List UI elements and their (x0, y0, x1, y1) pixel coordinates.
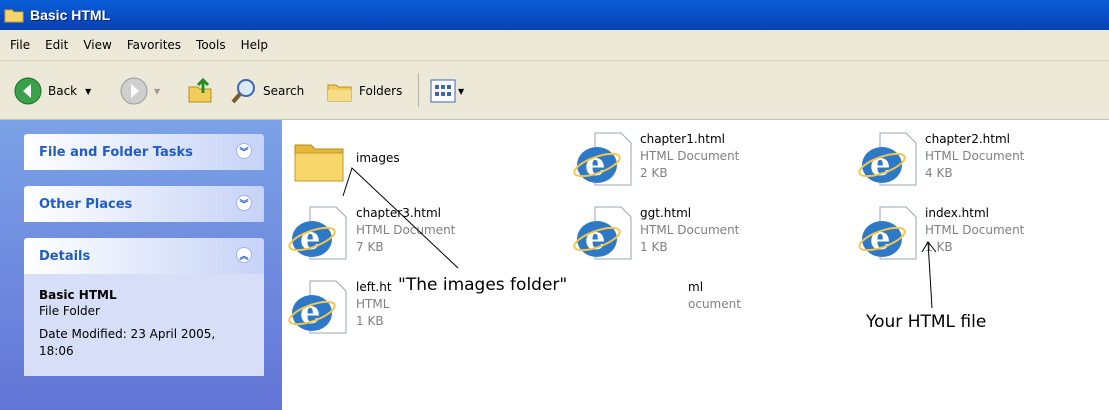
details-type: File Folder (39, 304, 100, 318)
annotation-html-file: Your HTML file (866, 312, 987, 332)
menu-bar: File Edit View Favorites Tools Help (0, 30, 1109, 61)
file-name: chapter1.html (640, 132, 725, 146)
file-size: 1 KB (925, 240, 953, 254)
title-bar: Basic HTML (0, 0, 1109, 30)
svg-text:e: e (870, 145, 890, 183)
back-label: Back (48, 84, 78, 98)
collapse-chevron-icon[interactable]: ︽ (236, 247, 252, 263)
search-label: Search (263, 84, 305, 98)
file-size: 7 KB (356, 240, 384, 254)
file-name: chapter3.html (356, 206, 441, 220)
expand-chevron-icon[interactable]: ︾ (236, 143, 252, 159)
up-button[interactable] (186, 77, 214, 105)
folders-button[interactable]: Folders (326, 77, 402, 105)
back-dropdown-icon[interactable]: ▼ (85, 87, 91, 96)
file-type: HTML Document (640, 223, 740, 237)
file-name-images[interactable]: images (356, 150, 400, 167)
file-name: ml (688, 280, 704, 294)
file-size: 1 KB (640, 240, 668, 254)
html-file-icon[interactable]: e (288, 205, 348, 261)
menu-favorites[interactable]: Favorites (127, 38, 181, 52)
file-size: 2 KB (640, 166, 668, 180)
file-name: left.ht (356, 280, 392, 294)
file-name: index.html (925, 206, 989, 220)
html-file-icon[interactable]: e (858, 131, 918, 187)
svg-text:e: e (870, 219, 890, 257)
file-type: ocument (688, 297, 741, 311)
menu-view[interactable]: View (83, 38, 111, 52)
toolbar: Back ▼ ▼ Search Folders ▼ (0, 61, 1109, 120)
folders-label: Folders (359, 84, 403, 98)
file-size: 1 KB (356, 314, 384, 328)
svg-text:e: e (585, 219, 605, 257)
window-title: Basic HTML (30, 7, 111, 23)
forward-dropdown-icon[interactable]: ▼ (154, 87, 160, 96)
folder-icon[interactable] (293, 137, 345, 183)
panel-file-folder-tasks[interactable]: File and Folder Tasks ︾ (24, 134, 264, 170)
file-name: chapter2.html (925, 132, 1010, 146)
svg-text:e: e (585, 145, 605, 183)
file-type: HTML Document (925, 223, 1025, 237)
annotation-images-folder: "The images folder" (398, 275, 568, 295)
file-type: HTML Document (925, 149, 1025, 163)
folder-icon (4, 9, 24, 23)
html-file-icon[interactable]: e (573, 131, 633, 187)
menu-tools[interactable]: Tools (196, 38, 226, 52)
file-type: HTML Document (640, 149, 740, 163)
views-icon (430, 79, 456, 103)
file-size: 4 KB (925, 166, 953, 180)
panel-places-title: Other Places (39, 196, 133, 212)
svg-text:e: e (300, 219, 320, 257)
svg-text:e: e (300, 293, 320, 331)
details-body: Basic HTML File Folder Date Modified: 23… (24, 274, 264, 376)
toolbar-separator (418, 73, 419, 107)
panel-details-title: Details (39, 248, 91, 264)
panel-tasks-title: File and Folder Tasks (39, 144, 193, 160)
back-arrow-icon (14, 77, 42, 105)
forward-arrow-icon (120, 77, 148, 105)
folders-icon (327, 84, 352, 102)
expand-chevron-icon[interactable]: ︾ (236, 195, 252, 211)
views-dropdown-icon[interactable]: ▼ (458, 87, 464, 96)
html-file-icon[interactable]: e (573, 205, 633, 261)
menu-help[interactable]: Help (241, 38, 268, 52)
file-type: HTML (356, 297, 390, 311)
menu-file[interactable]: File (10, 38, 30, 52)
file-name: ggt.html (640, 206, 692, 220)
forward-button[interactable]: ▼ (120, 77, 160, 105)
search-button[interactable]: Search (230, 77, 304, 105)
html-file-icon[interactable]: e (858, 205, 918, 261)
folder-up-icon (188, 77, 212, 103)
panel-details[interactable]: Details ︽ (24, 238, 264, 274)
search-icon (231, 79, 255, 104)
details-name: Basic HTML (39, 288, 117, 302)
back-button[interactable]: Back ▼ (14, 77, 91, 105)
details-modified: Date Modified: 23 April 2005, 18:06 (39, 327, 216, 358)
menu-edit[interactable]: Edit (45, 38, 68, 52)
views-button[interactable]: ▼ (430, 79, 464, 103)
file-type: HTML Document (356, 223, 456, 237)
panel-other-places[interactable]: Other Places ︾ (24, 186, 264, 222)
html-file-icon[interactable]: e (288, 279, 348, 335)
